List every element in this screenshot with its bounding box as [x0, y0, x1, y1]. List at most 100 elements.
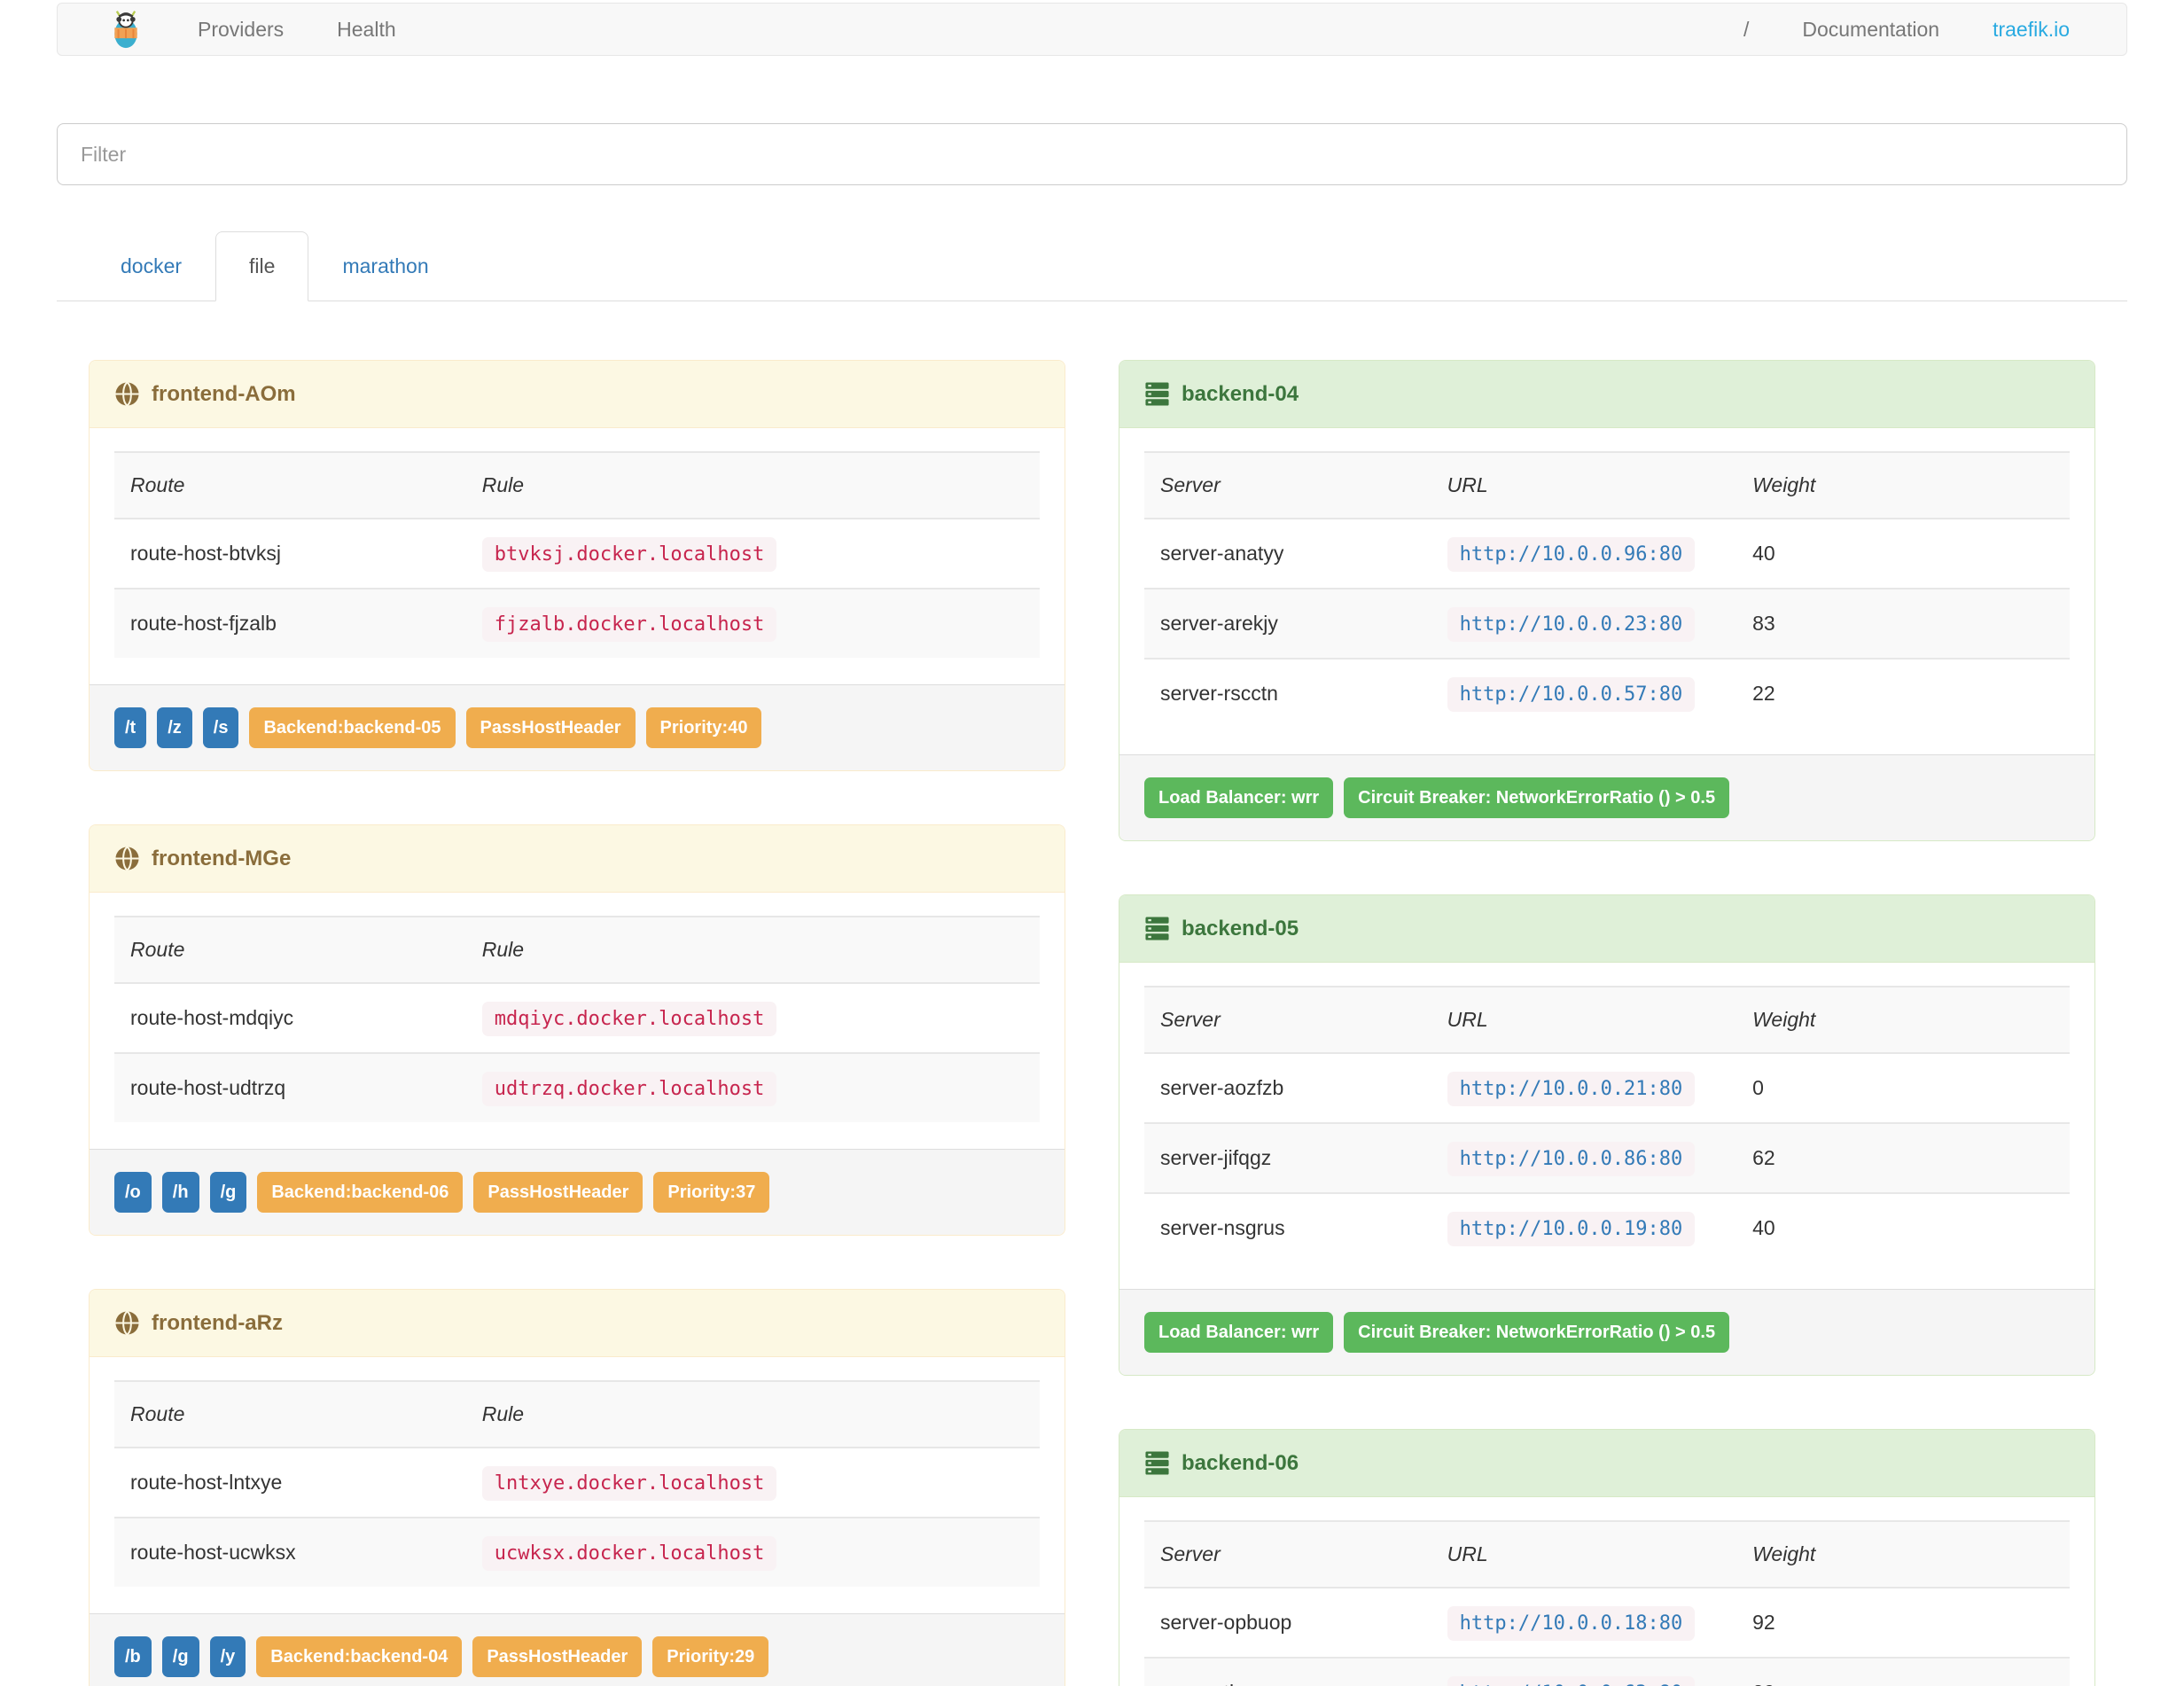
entrypoint-label: /s — [202, 707, 239, 748]
table-header-row: Server URL Weight — [1144, 987, 2070, 1053]
backend-title: backend-04 — [1182, 381, 1299, 406]
frontend-card-footer: /b /g /y Backend:backend-04 PassHostHead… — [90, 1613, 1065, 1686]
nav-link-documentation[interactable]: Documentation — [1802, 18, 1939, 42]
column-header-server: Server — [1160, 473, 1221, 496]
backend-card-footer: Load Balancer: wrr Circuit Breaker: Netw… — [1119, 754, 2094, 840]
table-row: route-host-lntxye lntxye.docker.localhos… — [114, 1448, 1040, 1518]
backends-column: backend-04 Server URL Weight server-anat… — [1119, 360, 2095, 1686]
server-weight: 40 — [1752, 1216, 1775, 1239]
table-row: route-host-fjzalb fjzalb.docker.localhos… — [114, 589, 1040, 658]
column-header-route: Route — [130, 938, 185, 961]
traefik-logo[interactable] — [107, 10, 144, 49]
backend-card-header: backend-05 — [1119, 895, 2094, 963]
table-row: route-host-mdqiyc mdqiyc.docker.localhos… — [114, 983, 1040, 1053]
table-header-row: Server URL Weight — [1144, 452, 2070, 519]
table-header-row: Route Rule — [114, 917, 1040, 983]
server-weight: 92 — [1752, 1611, 1775, 1634]
frontend-title: frontend-AOm — [152, 381, 296, 406]
passhostheader-label: PassHostHeader — [472, 1636, 643, 1677]
backend-card-header: backend-04 — [1119, 361, 2094, 428]
server-weight: 40 — [1752, 542, 1775, 565]
passhostheader-label: PassHostHeader — [473, 1172, 644, 1213]
frontend-card-aom: frontend-AOm Route Rule route-host-btvks… — [89, 360, 1065, 771]
servers-table: Server URL Weight server-aozfzb http://1… — [1144, 986, 2070, 1262]
server-weight: 22 — [1752, 682, 1775, 705]
server-url-link[interactable]: http://10.0.0.86:80 — [1447, 1142, 1696, 1176]
server-icon — [1144, 381, 1170, 407]
server-weight: 62 — [1752, 1146, 1775, 1169]
servers-table: Server URL Weight server-anatyy http://1… — [1144, 451, 2070, 728]
server-url-link[interactable]: http://10.0.0.57:80 — [1447, 677, 1696, 712]
tab-docker[interactable]: docker — [87, 231, 215, 301]
server-url-link[interactable]: http://10.0.0.96:80 — [1447, 537, 1696, 572]
route-name: route-host-lntxye — [130, 1471, 283, 1494]
routes-table: Route Rule route-host-mdqiyc mdqiyc.dock… — [114, 916, 1040, 1122]
frontend-card-arz: frontend-aRz Route Rule route-host-lntxy… — [89, 1289, 1065, 1686]
routes-table: Route Rule route-host-lntxye lntxye.dock… — [114, 1380, 1040, 1587]
nav-link-health[interactable]: Health — [337, 18, 395, 42]
server-name: server-rscctn — [1160, 682, 1278, 705]
column-header-rule: Rule — [481, 938, 525, 961]
server-weight: 83 — [1752, 612, 1775, 635]
table-row: server-aozfzb http://10.0.0.21:80 0 — [1144, 1053, 2070, 1123]
server-url-link[interactable]: http://10.0.0.19:80 — [1447, 1212, 1696, 1246]
backend-ref-label: Backend:backend-04 — [256, 1636, 463, 1677]
load-balancer-label: Load Balancer: wrr — [1144, 777, 1334, 818]
server-url-link[interactable]: http://10.0.0.23:80 — [1447, 607, 1696, 642]
column-header-route: Route — [130, 1402, 185, 1425]
entrypoint-label: /g — [161, 1636, 199, 1677]
routes-table: Route Rule route-host-btvksj btvksj.dock… — [114, 451, 1040, 658]
entrypoint-label: /y — [209, 1636, 246, 1677]
server-url-link[interactable]: http://10.0.0.63:80 — [1447, 1676, 1696, 1686]
column-header-route: Route — [130, 473, 185, 496]
navbar: Providers Health / Documentation traefik… — [57, 3, 2127, 56]
server-url-link[interactable]: http://10.0.0.21:80 — [1447, 1072, 1696, 1106]
column-header-weight: Weight — [1752, 1542, 1816, 1565]
backend-card-body: Server URL Weight server-aozfzb http://1… — [1119, 963, 2094, 1289]
globe-icon — [114, 1310, 140, 1336]
route-name: route-host-udtrzq — [130, 1076, 286, 1099]
nav-link-slash[interactable]: / — [1743, 18, 1749, 42]
provider-tabs: docker file marathon — [57, 231, 2127, 301]
frontend-title: frontend-aRz — [152, 1310, 283, 1335]
table-row: server-rscctn http://10.0.0.57:80 22 — [1144, 659, 2070, 728]
circuit-breaker-label: Circuit Breaker: NetworkErrorRatio () > … — [1344, 1312, 1730, 1353]
tab-marathon[interactable]: marathon — [308, 231, 462, 301]
entrypoint-label: /t — [114, 707, 147, 748]
server-name: server-aozfzb — [1160, 1076, 1284, 1099]
backend-ref-label: Backend:backend-06 — [257, 1172, 464, 1213]
route-name: route-host-fjzalb — [130, 612, 277, 635]
server-url-link[interactable]: http://10.0.0.18:80 — [1447, 1606, 1696, 1641]
backend-card-header: backend-06 — [1119, 1430, 2094, 1497]
table-header-row: Route Rule — [114, 452, 1040, 519]
entrypoint-label: /b — [114, 1636, 152, 1677]
frontend-card-mge: frontend-MGe Route Rule route-host-mdqiy… — [89, 824, 1065, 1236]
backend-card-06: backend-06 Server URL Weight server-opbu… — [1119, 1429, 2095, 1686]
server-name: server-arekjy — [1160, 612, 1278, 635]
frontend-title: frontend-MGe — [152, 846, 292, 870]
column-header-url: URL — [1447, 1008, 1488, 1031]
tab-file[interactable]: file — [215, 231, 309, 301]
table-row: server-anatyy http://10.0.0.96:80 40 — [1144, 519, 2070, 589]
server-name: server-jifqgz — [1160, 1146, 1272, 1169]
filter-input[interactable] — [57, 123, 2127, 185]
table-row: route-host-btvksj btvksj.docker.localhos… — [114, 519, 1040, 589]
nav-link-traefik-io[interactable]: traefik.io — [1993, 18, 2070, 42]
column-header-weight: Weight — [1752, 1008, 1816, 1031]
column-header-url: URL — [1447, 1542, 1488, 1565]
nav-link-providers[interactable]: Providers — [198, 18, 284, 42]
frontend-card-body: Route Rule route-host-mdqiyc mdqiyc.dock… — [90, 893, 1065, 1149]
route-name: route-host-mdqiyc — [130, 1006, 294, 1029]
passhostheader-label: PassHostHeader — [465, 707, 636, 748]
table-row: server-jifqgz http://10.0.0.86:80 62 — [1144, 1123, 2070, 1193]
table-header-row: Server URL Weight — [1144, 1521, 2070, 1588]
table-row: server-arekjy http://10.0.0.23:80 83 — [1144, 589, 2070, 659]
tab-content: frontend-AOm Route Rule route-host-btvks… — [57, 360, 2127, 1686]
entrypoint-label: /h — [161, 1172, 199, 1213]
priority-label: Priority:40 — [645, 707, 762, 748]
rule-value: fjzalb.docker.localhost — [481, 607, 777, 642]
table-row: route-host-udtrzq udtrzq.docker.localhos… — [114, 1053, 1040, 1122]
server-icon — [1144, 1450, 1170, 1476]
column-header-server: Server — [1160, 1542, 1221, 1565]
entrypoint-label: /z — [157, 707, 192, 748]
